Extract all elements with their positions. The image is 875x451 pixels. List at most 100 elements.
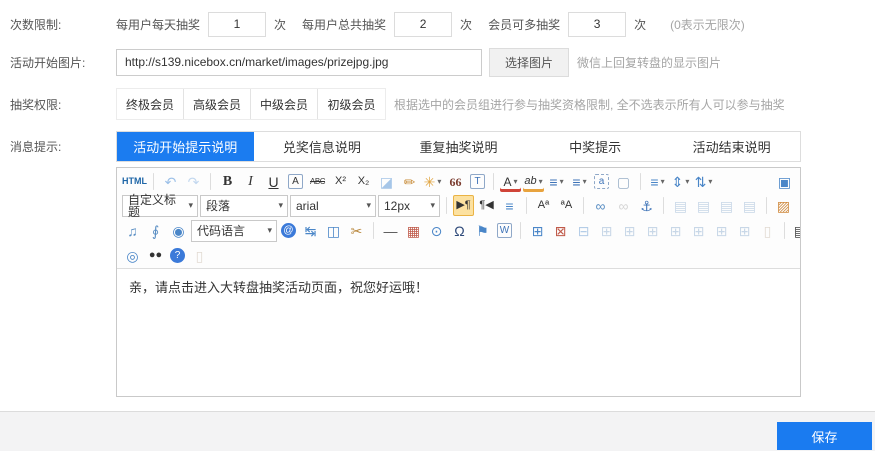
- paste-icon[interactable]: ▯: [189, 245, 210, 266]
- page-break-icon[interactable]: ↹: [300, 220, 321, 241]
- message-tab[interactable]: 重复抽奖说明: [390, 132, 527, 161]
- message-tab[interactable]: 活动结束说明: [663, 132, 800, 161]
- link-icon[interactable]: ∞: [590, 195, 611, 216]
- template-icon[interactable]: ▯: [757, 220, 778, 241]
- delete-row-icon[interactable]: ⊞: [711, 220, 732, 241]
- help-icon[interactable]: ?: [170, 248, 185, 263]
- html-source-icon[interactable]: HTML: [122, 171, 147, 192]
- permission-hint: 根据选中的会员组进行参与抽奖资格限制, 全不选表示所有人可以参与抽奖: [394, 96, 785, 113]
- clean-word-icon[interactable]: ✳: [422, 171, 443, 192]
- table-icon[interactable]: ⊞: [527, 220, 548, 241]
- paragraph-select[interactable]: 段落: [200, 195, 288, 217]
- cell-prop-icon[interactable]: ⊞: [596, 220, 617, 241]
- member-group-button[interactable]: 初级会员: [318, 89, 385, 119]
- member-group-button[interactable]: 中级会员: [251, 89, 318, 119]
- delete-col-icon[interactable]: ⊞: [734, 220, 755, 241]
- ordered-list-icon[interactable]: ≡: [546, 171, 567, 192]
- insert-row-icon[interactable]: ⊞: [665, 220, 686, 241]
- choose-image-button[interactable]: 选择图片: [489, 48, 569, 77]
- hr-icon[interactable]: —: [380, 220, 401, 241]
- message-tab[interactable]: 中奖提示: [527, 132, 664, 161]
- special-char-icon[interactable]: Ω: [449, 220, 470, 241]
- preview-icon[interactable]: ◎: [122, 245, 143, 266]
- lowercase-icon[interactable]: ªA: [556, 195, 577, 216]
- subscript-icon[interactable]: X₂: [353, 171, 374, 192]
- inline-code-icon[interactable]: a: [594, 174, 609, 189]
- editor-content[interactable]: 亲，请点击进入大转盘抽奖活动页面，祝您好运哦！: [117, 268, 800, 396]
- anchor-icon[interactable]: ⚓: [636, 195, 657, 216]
- image-icon[interactable]: ▨: [773, 195, 794, 216]
- blockquote-icon[interactable]: 66: [445, 171, 466, 192]
- font-family-select[interactable]: arial: [290, 195, 376, 217]
- at-icon[interactable]: @: [281, 223, 296, 238]
- line-height-icon[interactable]: ⇕: [670, 171, 691, 192]
- word-import-icon[interactable]: W: [497, 223, 512, 238]
- flash-icon[interactable]: ◉: [168, 220, 189, 241]
- attachment-icon[interactable]: ∮: [145, 220, 166, 241]
- img-align-right-icon[interactable]: ▤: [693, 195, 714, 216]
- rtl-icon[interactable]: ¶◀: [476, 195, 497, 216]
- italic-icon[interactable]: I: [240, 171, 261, 192]
- limit-field: 会员可多抽奖 次: [488, 12, 646, 37]
- columns-icon[interactable]: ◫: [323, 220, 344, 241]
- img-align-top-icon[interactable]: ▤: [716, 195, 737, 216]
- limit-fields: 每用户每天抽奖 次 每用户总共抽奖 次 会员可多抽奖 次: [116, 12, 662, 37]
- img-align-bottom-icon[interactable]: ▤: [739, 195, 760, 216]
- limit-count-input[interactable]: [568, 12, 626, 37]
- font-size-select[interactable]: 12px: [378, 195, 440, 217]
- bold-icon[interactable]: B: [217, 171, 238, 192]
- font-block-icon[interactable]: A: [288, 174, 303, 189]
- superscript-icon[interactable]: X²: [330, 171, 351, 192]
- underline-icon[interactable]: U: [263, 171, 284, 192]
- new-document-icon[interactable]: ▢: [613, 171, 634, 192]
- ltr-icon[interactable]: ▶¶: [453, 195, 474, 216]
- format-brush-icon[interactable]: ✏: [399, 171, 420, 192]
- unlink-icon[interactable]: ∞: [613, 195, 634, 216]
- activity-settings-page: 次数限制: 每用户每天抽奖 次 每用户总共抽奖 次 会员可多抽奖 次: [0, 0, 875, 451]
- code-language-select[interactable]: 代码语言: [191, 220, 277, 242]
- screenshot-icon[interactable]: ✂: [346, 220, 367, 241]
- limit-field-unit: 次: [274, 16, 286, 33]
- img-align-left-icon[interactable]: ▤: [670, 195, 691, 216]
- align-icon[interactable]: ≡: [647, 171, 668, 192]
- split-cell-icon[interactable]: ⊞: [642, 220, 663, 241]
- member-group-button[interactable]: 终极会员: [117, 89, 184, 119]
- delete-table-icon[interactable]: ⊠: [550, 220, 571, 241]
- member-group-button[interactable]: 高级会员: [184, 89, 251, 119]
- font-color-icon[interactable]: A: [500, 171, 521, 192]
- message-tab[interactable]: 兑奖信息说明: [254, 132, 391, 161]
- heading-style-select[interactable]: 自定义标题: [122, 195, 198, 217]
- uppercase-icon[interactable]: Aª: [533, 195, 554, 216]
- batch-image-icon[interactable]: ▧: [796, 195, 800, 216]
- paragraph-space-icon[interactable]: ⇅: [693, 171, 714, 192]
- undo-icon[interactable]: ↶: [160, 171, 181, 192]
- merge-cells-icon[interactable]: ⊞: [619, 220, 640, 241]
- highlight-icon[interactable]: ab: [523, 171, 544, 192]
- message-tabs: 活动开始提示说明兑奖信息说明重复抽奖说明中奖提示活动结束说明: [116, 131, 801, 162]
- limit-field-label: 每用户每天抽奖: [116, 16, 200, 33]
- message-tab[interactable]: 活动开始提示说明: [117, 132, 254, 161]
- insert-col-icon[interactable]: ⊞: [688, 220, 709, 241]
- map-icon[interactable]: ⚑: [472, 220, 493, 241]
- permission-row: 抽奖权限: 终极会员高级会员中级会员初级会员 根据选中的会员组进行参与抽奖资格限…: [10, 88, 875, 120]
- remove-format-icon[interactable]: ◪: [376, 171, 397, 192]
- music-icon[interactable]: ♫: [122, 220, 143, 241]
- paste-plain-icon[interactable]: T: [470, 174, 485, 189]
- table-prop-icon[interactable]: ⊟: [573, 220, 594, 241]
- toolbar-separator: [526, 197, 527, 214]
- paragraph-format-icon[interactable]: ≡: [499, 195, 520, 216]
- fullscreen-icon[interactable]: ▣: [774, 171, 795, 192]
- print-icon[interactable]: ▤: [790, 220, 800, 241]
- unordered-list-icon[interactable]: ≡: [569, 171, 590, 192]
- clock-icon[interactable]: ⊙: [426, 220, 447, 241]
- find-replace-icon[interactable]: ●●: [145, 245, 166, 266]
- save-button[interactable]: 保存: [777, 422, 872, 450]
- strikethrough-icon[interactable]: ABC: [307, 171, 328, 192]
- message-label: 消息提示:: [10, 138, 116, 155]
- limit-count-input[interactable]: [208, 12, 266, 37]
- image-url-input[interactable]: [116, 49, 482, 76]
- toolbar-separator: [446, 197, 447, 214]
- limit-count-input[interactable]: [394, 12, 452, 37]
- calendar-icon[interactable]: ▦: [403, 220, 424, 241]
- redo-icon[interactable]: ↷: [183, 171, 204, 192]
